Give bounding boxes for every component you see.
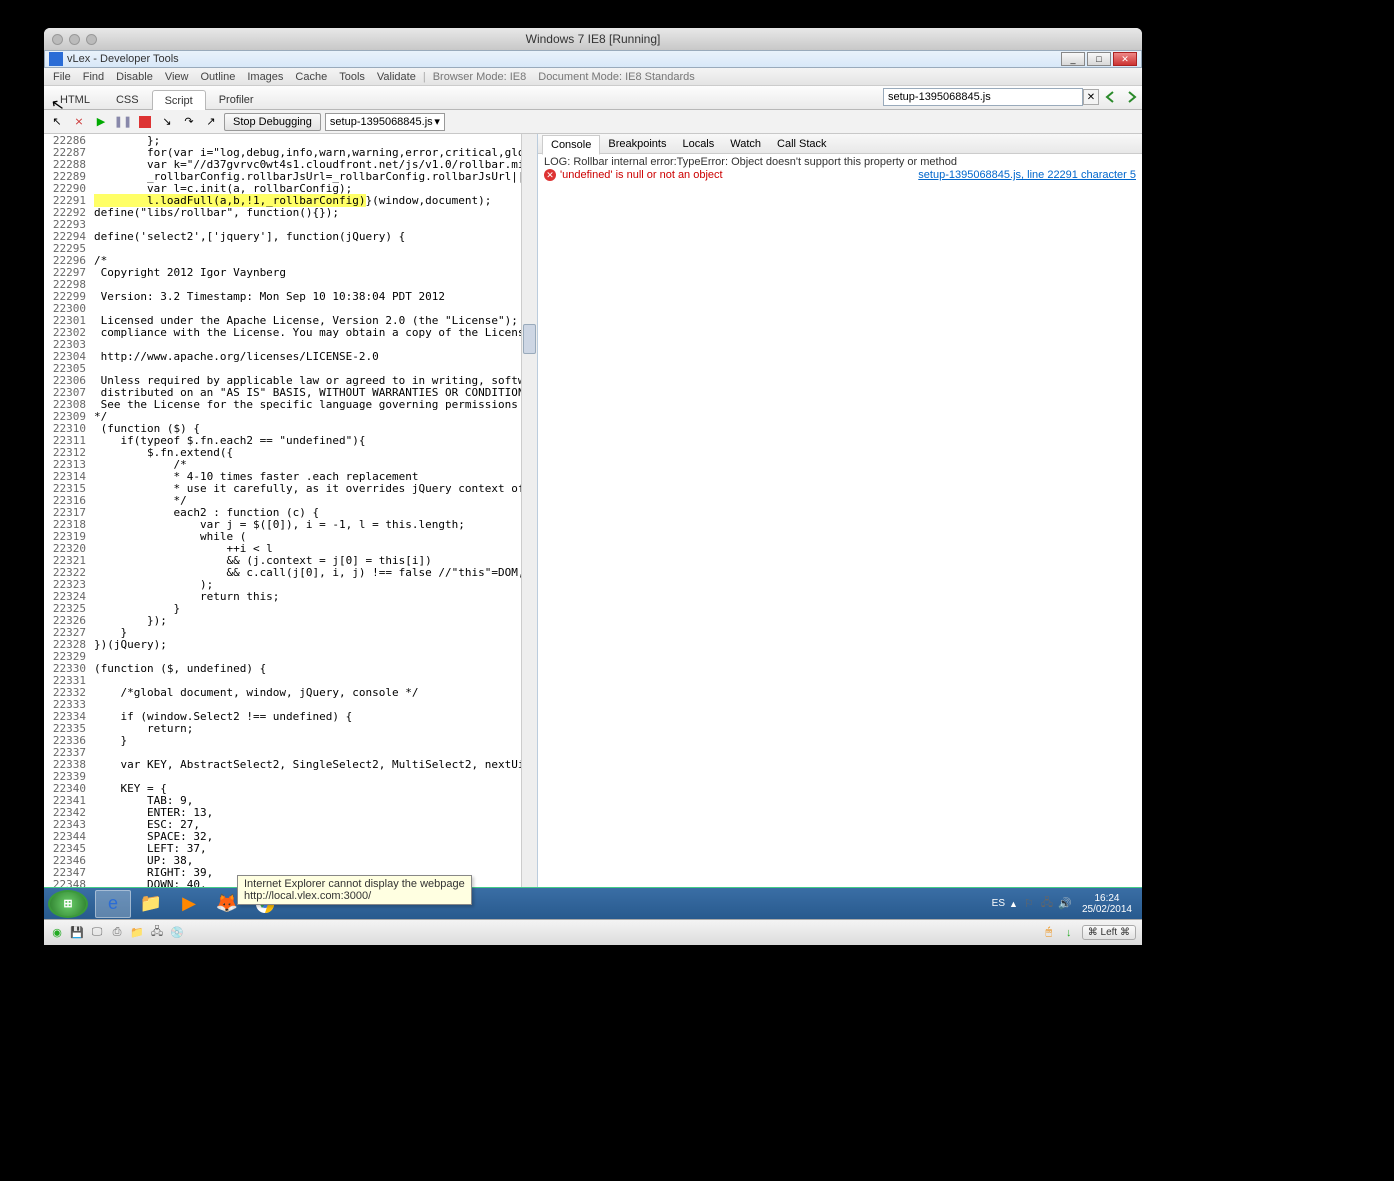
mac-window-title: Windows 7 IE8 [Running]	[44, 32, 1142, 46]
console-tab-callstack[interactable]: Call Stack	[769, 135, 835, 153]
vm-net-icon[interactable]: 🖧	[150, 926, 164, 940]
tray-network-icon[interactable]: 🖧	[1040, 897, 1054, 911]
vm-statusbar: ◉ 💾 🖵 ⎙ 📁 🖧 💿 🖱 ↓ ⌘ Left ⌘	[44, 919, 1142, 945]
vm-host-key: ⌘ Left ⌘	[1082, 925, 1136, 940]
console-tab-breakpoints[interactable]: Breakpoints	[600, 135, 674, 153]
menu-images[interactable]: Images	[242, 70, 288, 84]
tab-html[interactable]: HTML	[47, 89, 103, 109]
script-file-select[interactable]: setup-1395068845.js▾	[325, 113, 445, 131]
menu-file[interactable]: File	[48, 70, 76, 84]
code-view[interactable]: }; for(var i="log,debug,info,warn,warnin…	[90, 134, 537, 929]
continue-icon[interactable]: ▶	[92, 113, 110, 131]
dev-tabs: HTML CSS Script Profiler ✕	[44, 86, 1142, 110]
menu-find[interactable]: Find	[78, 70, 109, 84]
tray-volume-icon[interactable]: 🔊	[1058, 897, 1072, 911]
taskbar-explorer-icon[interactable]: 📁	[133, 890, 169, 918]
tooltip-title: Internet Explorer cannot display the web…	[244, 878, 465, 890]
windows-taskbar: ⊞ e 📁 ▶ 🦊 ES ▲ ⚐ 🖧 🔊 16:24 25/02/2014	[44, 887, 1142, 919]
stop-debugging-button[interactable]: Stop Debugging	[224, 113, 321, 131]
console-error-msg: 'undefined' is null or not an object	[560, 169, 918, 181]
pause-icon[interactable]: ❚❚	[114, 113, 132, 131]
next-result-icon[interactable]	[1123, 90, 1139, 104]
console-body[interactable]: LOG: Rollbar internal error:TypeError: O…	[538, 154, 1142, 919]
console-error-link[interactable]: setup-1395068845.js, line 22291 characte…	[918, 169, 1136, 181]
clear-console-icon[interactable]: ⨯	[70, 113, 88, 131]
browser-mode-label[interactable]: Browser Mode: IE8	[428, 70, 532, 84]
clear-search-icon[interactable]: ✕	[1083, 89, 1099, 105]
console-tab-watch[interactable]: Watch	[722, 135, 769, 153]
menu-disable[interactable]: Disable	[111, 70, 158, 84]
mac-titlebar: Windows 7 IE8 [Running]	[44, 28, 1142, 50]
maximize-button[interactable]: □	[1087, 52, 1111, 66]
tab-css[interactable]: CSS	[103, 89, 152, 109]
error-icon: ✕	[544, 169, 556, 181]
zoom-dot[interactable]	[86, 34, 97, 45]
console-pane: Console Breakpoints Locals Watch Call St…	[538, 134, 1142, 945]
system-tray: ES ▲ ⚐ 🖧 🔊 16:24 25/02/2014	[992, 893, 1138, 915]
step-out-icon[interactable]: ↗	[202, 113, 220, 131]
select-element-icon[interactable]: ↖	[48, 113, 66, 131]
menu-view[interactable]: View	[160, 70, 194, 84]
script-toolbar: ↖ ⨯ ▶ ❚❚ ↘ ↷ ↗ Stop Debugging setup-1395…	[44, 110, 1142, 134]
vertical-scrollbar[interactable]	[521, 134, 537, 929]
taskbar-media-icon[interactable]: ▶	[171, 890, 207, 918]
hover-tooltip: Internet Explorer cannot display the web…	[237, 875, 472, 905]
menu-tools[interactable]: Tools	[334, 70, 370, 84]
tray-lang[interactable]: ES	[992, 898, 1005, 909]
menubar: File Find Disable View Outline Images Ca…	[44, 68, 1142, 86]
tab-script[interactable]: Script	[152, 90, 206, 110]
taskbar-ie-icon[interactable]: e	[95, 890, 131, 918]
win-title: vLex - Developer Tools	[67, 53, 1059, 65]
vm-window: Windows 7 IE8 [Running] ↖ vLex - Develop…	[44, 28, 1142, 945]
prev-result-icon[interactable]	[1103, 90, 1119, 104]
app-icon	[49, 52, 63, 66]
vm-save-icon[interactable]: 💾	[70, 926, 84, 940]
tab-profiler[interactable]: Profiler	[206, 89, 267, 109]
menu-outline[interactable]: Outline	[195, 70, 240, 84]
menu-validate[interactable]: Validate	[372, 70, 421, 84]
vm-keyboard-icon[interactable]: ↓	[1062, 926, 1076, 940]
tray-flag-icon[interactable]: ▲	[1009, 899, 1018, 909]
vm-usb-icon[interactable]: ⎙	[110, 926, 124, 940]
vm-display-icon[interactable]: 🖵	[90, 926, 104, 940]
stop-icon[interactable]	[136, 113, 154, 131]
tooltip-url: http://local.vlex.com:3000/	[244, 890, 465, 902]
file-search-input[interactable]	[883, 88, 1083, 106]
line-gutter: 2228622287222882228922290222912229222293…	[44, 134, 90, 929]
minimize-button[interactable]: _	[1061, 52, 1085, 66]
start-button[interactable]: ⊞	[48, 890, 88, 918]
close-dot[interactable]	[52, 34, 63, 45]
win-titlebar: vLex - Developer Tools _ □ ✕	[44, 50, 1142, 68]
tray-action-center-icon[interactable]: ⚐	[1022, 897, 1036, 911]
vm-cd-icon[interactable]: 💿	[170, 926, 184, 940]
vm-mouse-icon[interactable]: 🖱	[1042, 926, 1056, 940]
close-button[interactable]: ✕	[1113, 52, 1137, 66]
vm-additions-icon[interactable]: ◉	[50, 926, 64, 940]
console-log-line: LOG: Rollbar internal error:TypeError: O…	[544, 156, 1136, 168]
console-tab-console[interactable]: Console	[542, 135, 600, 155]
console-tabs: Console Breakpoints Locals Watch Call St…	[538, 134, 1142, 154]
tray-clock[interactable]: 16:24 25/02/2014	[1082, 893, 1132, 915]
step-into-icon[interactable]: ↘	[158, 113, 176, 131]
document-mode-label[interactable]: Document Mode: IE8 Standards	[533, 70, 700, 84]
console-tab-locals[interactable]: Locals	[674, 135, 722, 153]
code-pane: 2228622287222882228922290222912229222293…	[44, 134, 538, 945]
minimize-dot[interactable]	[69, 34, 80, 45]
step-over-icon[interactable]: ↷	[180, 113, 198, 131]
vm-folder-icon[interactable]: 📁	[130, 926, 144, 940]
menu-cache[interactable]: Cache	[290, 70, 332, 84]
